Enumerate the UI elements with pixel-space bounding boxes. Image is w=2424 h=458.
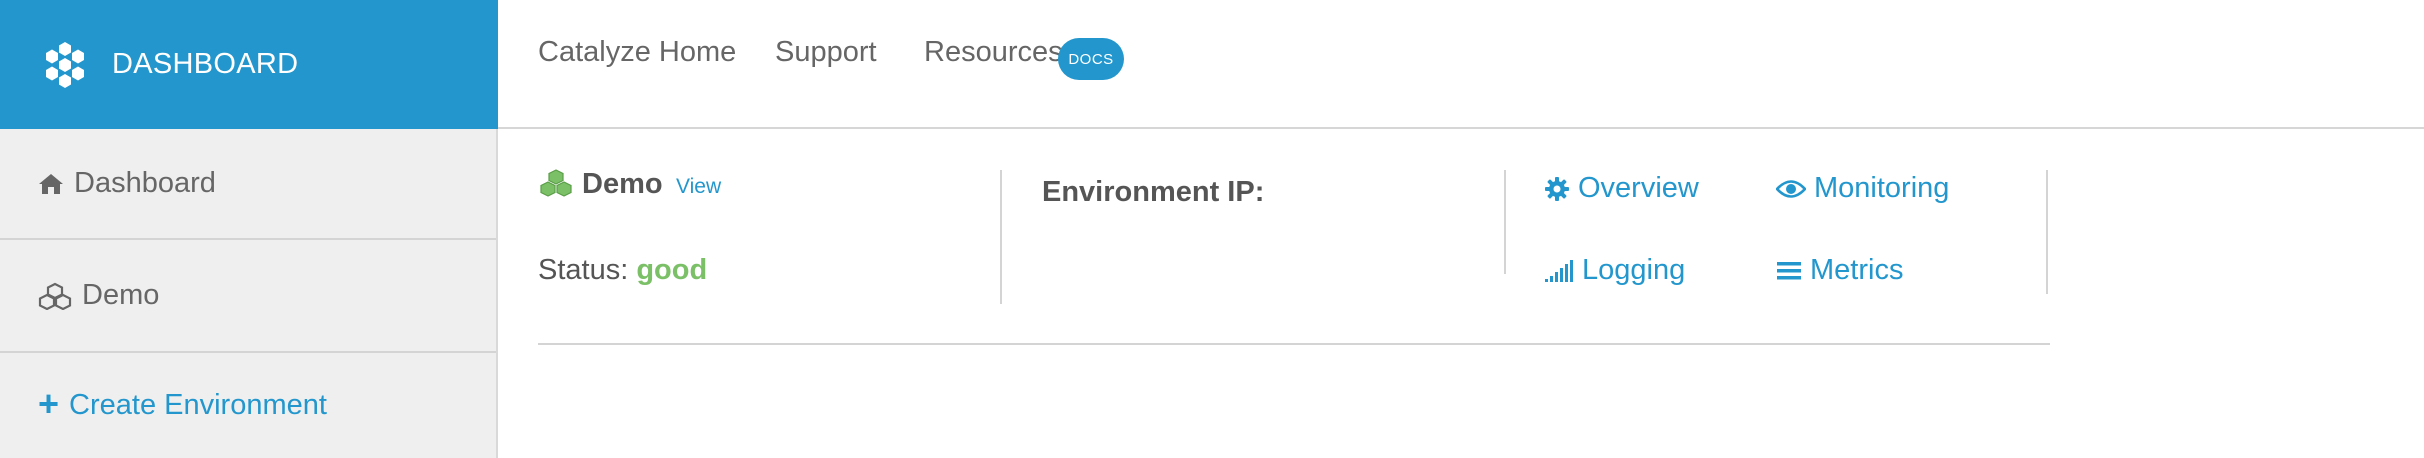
signal-bars-icon — [1544, 259, 1574, 283]
sidebar-item-label: Create Environment — [69, 389, 327, 421]
sidebar-item-label: Dashboard — [74, 167, 216, 199]
logging-link-label: Logging — [1582, 254, 1686, 286]
environment-status: Status: good — [538, 254, 707, 287]
divider — [1504, 170, 1506, 274]
monitoring-link[interactable]: Monitoring — [1776, 172, 1949, 205]
metrics-link-label: Metrics — [1810, 254, 1904, 286]
status-label: Status: — [538, 254, 629, 286]
environment-ip-label: Environment IP: — [1042, 176, 1265, 208]
plus-icon: + — [38, 382, 60, 424]
cubes-icon — [38, 282, 72, 310]
app-root: DASHBOARD Dashboard Demo + Create Enviro… — [0, 0, 2424, 458]
sidebar: DASHBOARD Dashboard Demo + Create Enviro… — [0, 0, 498, 458]
home-icon — [38, 172, 64, 196]
divider — [2046, 170, 2048, 294]
sidebar-item-create-environment[interactable]: + Create Environment — [0, 353, 496, 458]
eye-icon — [1776, 178, 1806, 200]
list-icon — [1776, 260, 1802, 282]
hexagon-cluster-icon — [46, 41, 84, 88]
top-navigation: Catalyze Home Support Resources DOCS — [498, 0, 2424, 129]
brand-title: DASHBOARD — [112, 48, 299, 80]
environment-panel: Demo View Status: good Environment IP: O… — [538, 160, 2050, 346]
brand-header[interactable]: DASHBOARD — [0, 0, 498, 129]
overview-link-label: Overview — [1578, 172, 1699, 204]
nav-link-catalyze-home[interactable]: Catalyze Home — [538, 36, 736, 69]
nav-link-resources[interactable]: Resources — [924, 36, 1063, 69]
docs-badge[interactable]: DOCS — [1058, 38, 1124, 80]
sidebar-item-demo[interactable]: Demo — [0, 240, 496, 353]
environment-view-link[interactable]: View — [676, 175, 721, 199]
monitoring-link-label: Monitoring — [1814, 172, 1950, 204]
horizontal-divider — [538, 343, 2050, 345]
cubes-icon — [538, 168, 574, 203]
environment-name: Demo — [582, 168, 663, 200]
sidebar-item-dashboard[interactable]: Dashboard — [0, 129, 496, 240]
overview-link[interactable]: Overview — [1544, 172, 1699, 205]
metrics-link[interactable]: Metrics — [1776, 254, 1903, 287]
status-value: good — [636, 254, 708, 286]
divider — [1000, 170, 1002, 304]
logging-link[interactable]: Logging — [1544, 254, 1685, 287]
sidebar-item-label: Demo — [82, 279, 160, 311]
gear-icon — [1544, 176, 1570, 202]
nav-link-support[interactable]: Support — [775, 36, 877, 69]
